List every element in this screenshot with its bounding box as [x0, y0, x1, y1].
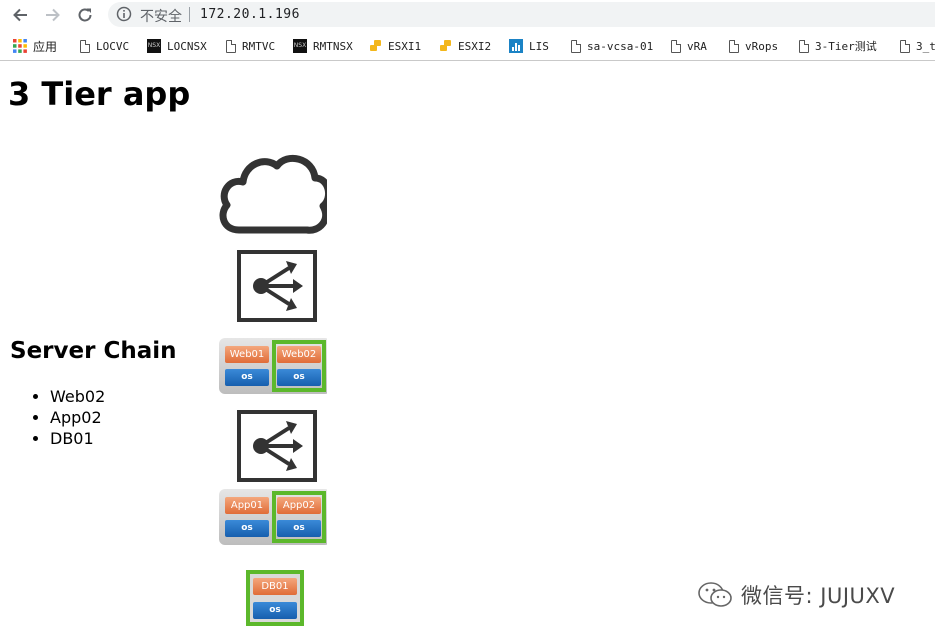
- vm-db01-selected[interactable]: DB01 os: [246, 570, 304, 626]
- bookmark-locvc[interactable]: LOCVC: [80, 38, 129, 54]
- bookmark-label: 3_t: [916, 39, 935, 53]
- watermark-text: 微信号: JUJUXV: [741, 584, 896, 608]
- bookmark-label: ESXI1: [388, 39, 422, 53]
- security-label: 不安全: [140, 9, 182, 25]
- page-icon: [571, 39, 581, 53]
- vm-app-label: App02: [277, 497, 321, 514]
- bookmark-label: sa-vcsa-01: [587, 39, 654, 53]
- page-icon: [900, 39, 910, 53]
- forward-arrow-icon: [46, 8, 60, 22]
- watermark: 微信号: JUJUXV: [697, 580, 895, 610]
- nsx-icon: NSX: [293, 39, 307, 53]
- nsx-icon: NSX: [147, 39, 161, 53]
- server-chain-list: Web02 App02 DB01: [10, 386, 105, 449]
- page-icon: [729, 39, 739, 53]
- bookmark-label: vRA: [687, 39, 707, 53]
- vm-app-label: App01: [225, 497, 269, 514]
- page-icon: [226, 39, 236, 53]
- bookmark-label: ESXI2: [458, 39, 492, 53]
- bookmark-locnsx[interactable]: NSX LOCNSX: [147, 38, 207, 54]
- bookmark-label: LOCNSX: [167, 39, 207, 53]
- load-balancer-icon: [237, 250, 317, 322]
- web-tier-group: Web01 os Web02 os: [219, 338, 327, 394]
- bookmark-vrops[interactable]: vRops: [729, 38, 778, 54]
- browser-toolbar: 不安全 172.20.1.196: [0, 0, 935, 30]
- back-arrow-icon: [13, 8, 27, 22]
- vmware-icon: [440, 40, 452, 52]
- apps-grid-icon: [13, 39, 27, 53]
- forward-button[interactable]: [42, 4, 64, 26]
- vm-app-label: Web01: [225, 346, 269, 363]
- bookmark-3-t[interactable]: 3_t: [900, 38, 935, 54]
- cloud-icon: [219, 154, 327, 234]
- load-balancer-icon: [237, 410, 317, 482]
- os-badge: os: [225, 369, 269, 386]
- bookmark-label: 3-Tier测试: [815, 40, 877, 53]
- reload-button[interactable]: [74, 4, 96, 26]
- topology-diagram: Web01 os Web02 os App01 os App02 os DB01…: [217, 150, 327, 630]
- bookmark-vra[interactable]: vRA: [671, 38, 707, 54]
- bookmark-label: LIS: [529, 39, 549, 53]
- reload-icon: [78, 8, 92, 22]
- server-chain-heading: Server Chain: [10, 338, 177, 364]
- os-badge: os: [225, 520, 269, 537]
- vm-web02-selected[interactable]: Web02 os: [272, 340, 326, 392]
- bookmark-esxi1[interactable]: ESXI1: [370, 38, 421, 54]
- bookmark-apps[interactable]: 应用: [13, 38, 57, 54]
- bookmark-rmtnsx[interactable]: NSX RMTNSX: [293, 38, 353, 54]
- bookmark-rmtvc[interactable]: RMTVC: [226, 38, 275, 54]
- list-item: Web02: [50, 386, 105, 407]
- vm-app01[interactable]: App01 os: [222, 493, 272, 541]
- page-title: 3 Tier app: [8, 75, 191, 113]
- os-badge: os: [253, 602, 297, 619]
- bookmarks-bar: 应用 LOCVC NSX LOCNSX RMTVC NSX RMTNSX ESX…: [0, 31, 935, 61]
- lis-icon: [509, 39, 523, 53]
- os-badge: os: [277, 520, 321, 537]
- address-bar[interactable]: 不安全 172.20.1.196: [108, 2, 935, 27]
- os-badge: os: [277, 369, 321, 386]
- bookmark-label: 应用: [33, 39, 58, 54]
- wechat-icon: [698, 582, 732, 607]
- bookmark-3-tier-test[interactable]: 3-Tier测试: [799, 38, 877, 54]
- vm-app-label: DB01: [253, 578, 297, 595]
- bookmark-label: vRops: [745, 39, 779, 53]
- bookmark-esxi2[interactable]: ESXI2: [440, 38, 491, 54]
- bookmark-sa-vcsa-01[interactable]: sa-vcsa-01: [571, 38, 653, 54]
- page-icon: [671, 39, 681, 53]
- vm-app02-selected[interactable]: App02 os: [272, 491, 326, 543]
- vm-web01[interactable]: Web01 os: [222, 342, 272, 390]
- page-icon: [799, 39, 809, 53]
- bookmark-label: RMTNSX: [313, 39, 353, 53]
- bookmark-lis[interactable]: LIS: [509, 38, 549, 54]
- list-item: App02: [50, 407, 105, 428]
- list-item: DB01: [50, 428, 105, 449]
- vmware-icon: [370, 40, 382, 52]
- url-text[interactable]: 172.20.1.196: [200, 7, 300, 22]
- bookmark-label: RMTVC: [242, 39, 276, 53]
- app-tier-group: App01 os App02 os: [219, 489, 327, 545]
- page-icon: [80, 39, 90, 53]
- omnibox-divider: [189, 7, 190, 22]
- info-icon[interactable]: [116, 6, 132, 22]
- bookmark-label: LOCVC: [96, 39, 130, 53]
- vm-app-label: Web02: [277, 346, 321, 363]
- back-button[interactable]: [9, 4, 31, 26]
